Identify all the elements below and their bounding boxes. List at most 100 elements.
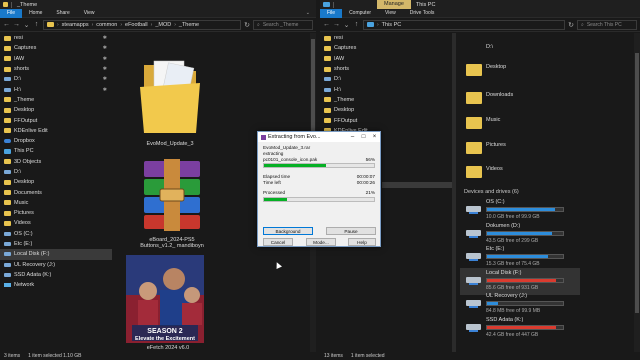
file-name: eFetch 2024 v6.0 bbox=[146, 345, 190, 351]
breadcrumb[interactable]: › This PC bbox=[363, 19, 566, 30]
nav-item[interactable]: Videos bbox=[0, 218, 112, 228]
up-icon[interactable]: ↑ bbox=[33, 21, 40, 28]
background-button[interactable]: Background bbox=[263, 227, 313, 235]
nav-item[interactable]: Network bbox=[0, 280, 112, 290]
nav-item[interactable]: H:\ ✱ bbox=[0, 84, 112, 94]
up-icon[interactable]: ↑ bbox=[353, 21, 360, 28]
cancel-button[interactable]: Cancel bbox=[263, 238, 293, 246]
nav-item-label: Documents bbox=[14, 189, 42, 196]
nav-item[interactable]: SSD Adata (K:) bbox=[0, 270, 112, 280]
nav-item[interactable]: Captures bbox=[320, 43, 440, 53]
breadcrumb-item[interactable]: common bbox=[96, 22, 117, 28]
close-icon[interactable]: × bbox=[369, 134, 380, 140]
breadcrumb-item[interactable]: This PC bbox=[382, 22, 402, 28]
pin-icon: ✱ bbox=[102, 55, 107, 62]
vertical-scrollbar[interactable] bbox=[634, 33, 640, 352]
mode-button[interactable]: Mode... bbox=[306, 238, 336, 246]
folder-item[interactable]: D:\ bbox=[466, 44, 526, 50]
nav-item[interactable]: shorts bbox=[320, 64, 440, 74]
nav-item-label: Music bbox=[14, 199, 29, 206]
recent-locations-icon[interactable]: ⌄ bbox=[343, 21, 350, 29]
drive-name: OS (C:) bbox=[486, 199, 505, 205]
drive-free-space: 84.8 MB free of 99.9 MB bbox=[486, 308, 541, 315]
nav-item[interactable]: Captures ✱ bbox=[0, 43, 112, 53]
nav-item[interactable]: _Theme bbox=[0, 95, 112, 105]
expand-ribbon-icon[interactable]: ⌄ bbox=[306, 10, 310, 16]
drive-name: Local Disk (F:) bbox=[486, 269, 522, 276]
nav-item-label: Captures bbox=[14, 45, 37, 52]
tab-home[interactable]: Home bbox=[22, 9, 49, 18]
nav-item[interactable]: H:\ bbox=[320, 84, 440, 94]
nav-item[interactable]: This PC bbox=[0, 146, 112, 156]
search-icon: ⌕ bbox=[257, 21, 260, 28]
file-item-archive[interactable]: eBoard_2024-PS5 Buttons_v1.2_ mandiboyn bbox=[122, 155, 222, 249]
nav-item[interactable]: D:\ ✱ bbox=[0, 74, 112, 84]
nav-item[interactable]: OS (C:) bbox=[0, 229, 112, 239]
drive-icon bbox=[4, 252, 11, 257]
section-header-devices[interactable]: Devices and drives (6) bbox=[464, 189, 519, 195]
nav-item[interactable]: KDEnlive Edit bbox=[0, 126, 112, 136]
scrollbar-horizontal-thumb[interactable] bbox=[382, 182, 452, 188]
back-icon[interactable]: ← bbox=[323, 21, 330, 28]
nav-item[interactable]: _Theme bbox=[320, 95, 440, 105]
window-title: This PC bbox=[415, 1, 436, 8]
tab-drive-tools[interactable]: Drive Tools bbox=[403, 9, 442, 18]
nav-item[interactable]: Dropbox bbox=[0, 136, 112, 146]
forward-icon[interactable]: → bbox=[333, 21, 340, 28]
nav-item[interactable]: Pictures bbox=[0, 208, 112, 218]
back-icon[interactable]: ← bbox=[3, 21, 10, 28]
nav-item[interactable]: shorts ✱ bbox=[0, 64, 112, 74]
nav-item[interactable]: FFOutput bbox=[320, 115, 440, 125]
nav-item[interactable]: resi ✱ bbox=[0, 33, 112, 43]
nav-item[interactable]: D:\ bbox=[0, 167, 112, 177]
search-input[interactable]: ⌕ Search This PC bbox=[577, 19, 637, 30]
file-item-image[interactable]: SEASON 2 Elevate the Excitement eFetch 2… bbox=[126, 255, 210, 351]
refresh-icon[interactable]: ↻ bbox=[244, 21, 250, 29]
file-item-folder[interactable]: EvoMod_Update_3 bbox=[132, 57, 208, 147]
tab-computer[interactable]: Computer bbox=[342, 9, 378, 18]
tab-share[interactable]: Share bbox=[49, 9, 76, 18]
nav-item[interactable]: IAW ✱ bbox=[0, 54, 112, 64]
drive-name: Etc (E:) bbox=[486, 246, 505, 253]
breadcrumb-item[interactable]: eFootball bbox=[125, 22, 148, 28]
pause-button[interactable]: Pause bbox=[326, 227, 376, 235]
nav-item[interactable]: Etc (E:) bbox=[0, 239, 112, 249]
folder-icon bbox=[324, 45, 331, 51]
nav-item[interactable]: Desktop bbox=[0, 105, 112, 115]
forward-icon[interactable]: → bbox=[13, 21, 20, 28]
refresh-icon[interactable]: ↻ bbox=[568, 21, 574, 29]
folder-item[interactable]: Pictures bbox=[466, 142, 526, 154]
nav-item[interactable]: IAW bbox=[320, 54, 440, 64]
folder-icon bbox=[3, 2, 8, 7]
search-input[interactable]: ⌕ Search _Theme bbox=[253, 19, 313, 30]
tab-view[interactable]: View bbox=[77, 9, 102, 18]
tab-file[interactable]: File bbox=[0, 8, 23, 18]
breadcrumb-item[interactable]: _Theme bbox=[179, 22, 199, 28]
folder-item[interactable]: Videos bbox=[466, 166, 526, 178]
breadcrumb[interactable]: › steamapps › common › eFootball › _MOD … bbox=[43, 19, 242, 30]
nav-item[interactable]: 3D Objects bbox=[0, 157, 112, 167]
maximize-icon[interactable]: □ bbox=[358, 134, 369, 140]
dropbox-icon bbox=[4, 139, 11, 144]
hard-drive-icon bbox=[466, 300, 481, 309]
nav-item[interactable]: Documents bbox=[0, 187, 112, 197]
nav-item[interactable]: Desktop bbox=[0, 177, 112, 187]
tab-view[interactable]: View bbox=[378, 9, 403, 18]
minimize-icon[interactable]: – bbox=[347, 134, 358, 140]
nav-item[interactable]: D:\ bbox=[320, 74, 440, 84]
breadcrumb-item[interactable]: _MOD bbox=[155, 22, 171, 28]
nav-item[interactable]: FFOutput bbox=[0, 115, 112, 125]
folder-item[interactable]: Downloads bbox=[466, 92, 526, 104]
nav-item[interactable]: Desktop bbox=[320, 105, 440, 115]
nav-item[interactable]: resi bbox=[320, 33, 440, 43]
tab-file[interactable]: File bbox=[320, 8, 343, 18]
nav-item[interactable]: UL Recovery (J:) bbox=[0, 260, 112, 270]
nav-item[interactable]: Music bbox=[0, 198, 112, 208]
nav-item[interactable]: Local Disk (F:) bbox=[0, 249, 112, 260]
folder-item[interactable]: Music bbox=[466, 117, 526, 129]
help-button[interactable]: Help bbox=[348, 238, 376, 246]
folder-icon bbox=[47, 22, 54, 27]
folder-item[interactable]: Desktop bbox=[466, 64, 526, 76]
breadcrumb-item[interactable]: steamapps bbox=[62, 22, 89, 28]
recent-locations-icon[interactable]: ⌄ bbox=[23, 21, 30, 29]
